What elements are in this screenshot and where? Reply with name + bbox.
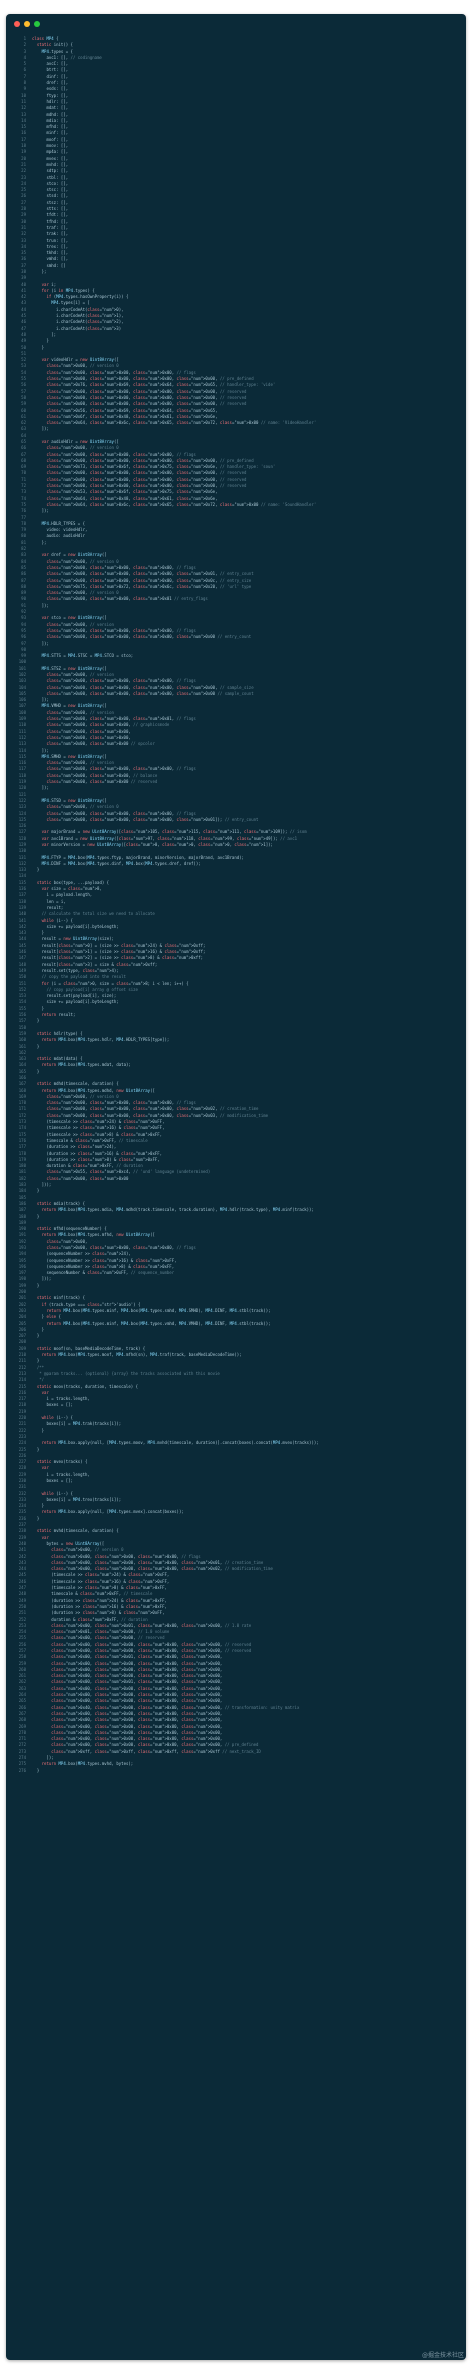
watermark: @掘金技术社区 xyxy=(421,2352,464,2359)
code-window: 1 class MP4 {2 static init() {3 MP4.types… xyxy=(6,14,466,2360)
code-line: 276 } xyxy=(6,1768,466,1774)
window-titlebar xyxy=(6,14,466,30)
code-text: } xyxy=(32,1767,40,1773)
minimize-window-dot-icon[interactable] xyxy=(24,21,30,27)
code-block: 1 class MP4 {2 static init() {3 MP4.types… xyxy=(6,36,466,1774)
maximize-window-dot-icon[interactable] xyxy=(34,21,40,27)
close-window-dot-icon[interactable] xyxy=(14,21,20,27)
line-number: 276 xyxy=(18,1767,26,1773)
